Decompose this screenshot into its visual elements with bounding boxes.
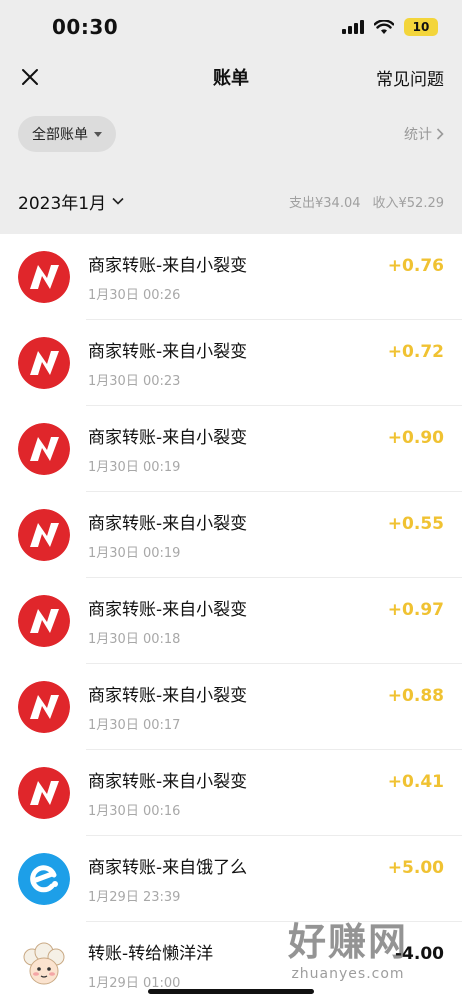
- lightning-logo-icon: [18, 681, 70, 733]
- bill-filter-dropdown[interactable]: 全部账单: [18, 116, 116, 152]
- transaction-amount: +0.72: [387, 342, 444, 362]
- lightning-logo-icon: [18, 509, 70, 561]
- transaction-date: 1月29日 23:39: [88, 890, 181, 905]
- month-bar: 2023年1月 支出¥34.04 收入¥52.29: [0, 168, 462, 234]
- caret-down-icon: [94, 131, 102, 137]
- eleme-logo-icon: [18, 853, 70, 905]
- transaction-date: 1月30日 00:19: [88, 546, 181, 561]
- lightning-logo-icon: [18, 767, 70, 819]
- transaction-amount: +0.41: [387, 772, 444, 792]
- lightning-logo-icon: [18, 337, 70, 389]
- transaction-amount: +0.76: [387, 256, 444, 276]
- nav-bar: 账单 常见问题: [0, 54, 462, 100]
- transaction-row[interactable]: 商家转账-来自小裂变 1月30日 00:17 +0.88: [0, 664, 462, 750]
- month-selector[interactable]: 2023年1月: [18, 189, 124, 214]
- wifi-icon: [374, 19, 394, 34]
- stats-label: 统计: [404, 127, 432, 143]
- transaction-amount: +5.00: [387, 858, 444, 878]
- stats-link[interactable]: 统计: [404, 124, 444, 144]
- transaction-date: 1月30日 00:19: [88, 460, 181, 475]
- lightning-logo-icon: [18, 423, 70, 475]
- lightning-logo-icon: [18, 595, 70, 647]
- battery-icon: 10: [404, 18, 438, 36]
- transaction-date: 1月30日 00:16: [88, 804, 181, 819]
- bill-screen: 00:30 10 账单 常见问题 全部账单 统计 2023年1月 支出¥34.0…: [0, 0, 462, 1000]
- transaction-list: 商家转账-来自小裂变 1月30日 00:26 +0.76 商家转账-来自小裂变 …: [0, 234, 462, 1000]
- transaction-amount: +0.90: [387, 428, 444, 448]
- transaction-date: 1月30日 00:17: [88, 718, 181, 733]
- battery-level: 10: [412, 20, 430, 34]
- sheep-avatar-icon: [18, 939, 70, 991]
- faq-link[interactable]: 常见问题: [376, 65, 444, 90]
- transaction-row[interactable]: 商家转账-来自小裂变 1月30日 00:16 +0.41: [0, 750, 462, 836]
- transaction-amount: -4.00: [395, 944, 444, 964]
- chevron-right-icon: [436, 128, 444, 140]
- transaction-row[interactable]: 商家转账-来自小裂变 1月30日 00:18 +0.97: [0, 578, 462, 664]
- month-label: 2023年1月: [18, 193, 107, 214]
- transaction-amount: +0.55: [387, 514, 444, 534]
- transaction-amount: +0.97: [387, 600, 444, 620]
- lightning-logo-icon: [18, 251, 70, 303]
- cellular-signal-icon: [342, 20, 364, 34]
- month-expense: 支出¥34.04: [289, 195, 361, 211]
- home-indicator[interactable]: [148, 989, 314, 994]
- month-income: 收入¥52.29: [372, 195, 445, 211]
- transaction-date: 1月30日 00:23: [88, 374, 181, 389]
- transaction-date: 1月30日 00:18: [88, 632, 181, 647]
- transaction-row[interactable]: 商家转账-来自饿了么 1月29日 23:39 +5.00: [0, 836, 462, 922]
- bill-filter-label: 全部账单: [32, 127, 88, 143]
- filter-bar: 全部账单 统计: [0, 100, 462, 168]
- transaction-amount: +0.88: [387, 686, 444, 706]
- status-icons: 10: [342, 18, 438, 36]
- close-button[interactable]: [18, 65, 42, 89]
- transaction-row[interactable]: 商家转账-来自小裂变 1月30日 00:23 +0.72: [0, 320, 462, 406]
- transaction-row[interactable]: 商家转账-来自小裂变 1月30日 00:26 +0.76: [0, 234, 462, 320]
- transaction-row[interactable]: 商家转账-来自小裂变 1月30日 00:19 +0.90: [0, 406, 462, 492]
- transaction-date: 1月30日 00:26: [88, 288, 181, 303]
- status-time: 00:30: [52, 15, 119, 39]
- chevron-down-icon: [112, 197, 124, 205]
- month-summary: 支出¥34.04 收入¥52.29: [289, 192, 444, 211]
- close-icon: [22, 69, 38, 85]
- status-bar: 00:30 10: [0, 0, 462, 54]
- transaction-row[interactable]: 商家转账-来自小裂变 1月30日 00:19 +0.55: [0, 492, 462, 578]
